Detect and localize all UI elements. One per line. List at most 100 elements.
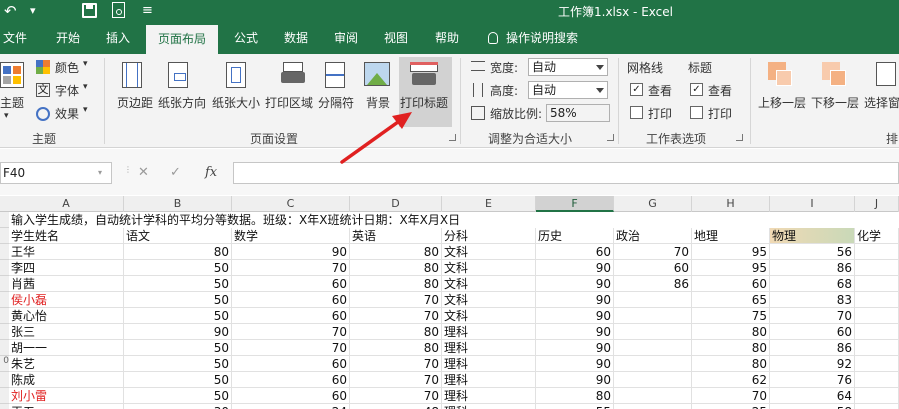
score-cell[interactable] xyxy=(614,340,692,356)
column-header-I[interactable]: I xyxy=(770,196,855,212)
score-cell[interactable]: 90 xyxy=(536,324,614,340)
header-cell[interactable]: 历史 xyxy=(536,228,614,244)
score-cell[interactable]: 文科 xyxy=(442,308,536,324)
score-cell[interactable]: 70 xyxy=(350,356,442,372)
score-cell[interactable] xyxy=(855,372,899,388)
score-cell[interactable]: 86 xyxy=(770,340,855,356)
score-cell[interactable]: 90 xyxy=(124,324,232,340)
score-cell[interactable]: 92 xyxy=(770,356,855,372)
formula-input[interactable] xyxy=(233,162,899,184)
score-cell[interactable]: 80 xyxy=(692,340,770,356)
student-name-cell[interactable]: 肖茜 xyxy=(9,276,124,292)
score-cell[interactable]: 60 xyxy=(232,292,350,308)
score-cell[interactable]: 60 xyxy=(536,244,614,260)
student-name-cell[interactable]: 王五 xyxy=(9,404,124,409)
row-header[interactable] xyxy=(0,324,9,340)
column-header-G[interactable]: G xyxy=(614,196,692,212)
row-header[interactable] xyxy=(0,308,9,324)
score-cell[interactable]: 80 xyxy=(350,340,442,356)
score-cell[interactable]: 60 xyxy=(232,372,350,388)
headings-print-checkbox[interactable] xyxy=(690,106,703,119)
score-cell[interactable]: 90 xyxy=(536,276,614,292)
score-cell[interactable]: 90 xyxy=(536,260,614,276)
student-name-cell[interactable]: 陈成 xyxy=(9,372,124,388)
score-cell[interactable] xyxy=(614,356,692,372)
score-cell[interactable]: 70 xyxy=(770,308,855,324)
score-cell[interactable]: 70 xyxy=(232,340,350,356)
student-name-cell[interactable]: 刘小雷 xyxy=(9,388,124,404)
column-header-J[interactable]: J xyxy=(855,196,899,212)
breaks-button[interactable]: 分隔符 xyxy=(318,94,354,111)
score-cell[interactable] xyxy=(855,276,899,292)
score-cell[interactable]: 文科 xyxy=(442,244,536,260)
fonts-button[interactable]: 字体 xyxy=(55,82,79,99)
score-cell[interactable]: 文科 xyxy=(442,260,536,276)
gridlines-print-checkbox[interactable] xyxy=(630,106,643,119)
tab-review[interactable]: 审阅 xyxy=(326,22,366,54)
row-header[interactable]: 0 xyxy=(0,356,9,372)
selection-pane-button[interactable]: 选择窗 xyxy=(864,94,899,111)
score-cell[interactable]: 80 xyxy=(536,388,614,404)
score-cell[interactable] xyxy=(855,404,899,409)
colors-button[interactable]: 颜色 xyxy=(55,59,79,76)
column-header-B[interactable]: B xyxy=(124,196,232,212)
score-cell[interactable]: 70 xyxy=(350,308,442,324)
themes-dropdown-icon[interactable]: ▾ xyxy=(4,111,9,121)
score-cell[interactable]: 90 xyxy=(232,244,350,260)
score-cell[interactable] xyxy=(855,324,899,340)
tab-formulas[interactable]: 公式 xyxy=(226,22,266,54)
row-header[interactable] xyxy=(0,244,9,260)
score-cell[interactable]: 80 xyxy=(692,356,770,372)
score-cell[interactable]: 理科 xyxy=(442,324,536,340)
themes-icon[interactable] xyxy=(0,62,24,88)
score-cell[interactable]: 50 xyxy=(124,340,232,356)
insert-function-icon[interactable]: fx xyxy=(205,165,217,180)
score-cell[interactable]: 62 xyxy=(692,372,770,388)
effects-dropdown-icon[interactable]: ▾ xyxy=(83,105,88,115)
score-cell[interactable] xyxy=(614,404,692,409)
score-cell[interactable]: 50 xyxy=(124,308,232,324)
score-cell[interactable] xyxy=(855,340,899,356)
score-cell[interactable]: 86 xyxy=(770,260,855,276)
score-cell[interactable]: 86 xyxy=(614,276,692,292)
score-cell[interactable]: 60 xyxy=(232,276,350,292)
header-cell[interactable]: 地理 xyxy=(692,228,770,244)
score-cell[interactable] xyxy=(855,292,899,308)
score-cell[interactable]: 90 xyxy=(536,292,614,308)
row-header[interactable] xyxy=(0,212,9,228)
score-cell[interactable]: 理科 xyxy=(442,372,536,388)
size-button[interactable]: 纸张大小 xyxy=(212,94,260,111)
row-header[interactable] xyxy=(0,404,9,409)
row-header[interactable] xyxy=(0,228,9,244)
score-cell[interactable]: 50 xyxy=(124,276,232,292)
tab-view[interactable]: 视图 xyxy=(376,22,416,54)
colors-dropdown-icon[interactable]: ▾ xyxy=(83,59,88,69)
score-cell[interactable] xyxy=(614,324,692,340)
score-cell[interactable]: 50 xyxy=(124,388,232,404)
score-cell[interactable]: 30 xyxy=(124,404,232,409)
score-cell[interactable]: 70 xyxy=(232,324,350,340)
score-cell[interactable]: 60 xyxy=(232,308,350,324)
score-cell[interactable]: 56 xyxy=(770,244,855,260)
score-cell[interactable]: 83 xyxy=(770,292,855,308)
score-cell[interactable]: 80 xyxy=(350,244,442,260)
tab-file[interactable]: 文件 xyxy=(0,22,30,54)
column-header-C[interactable]: C xyxy=(232,196,350,212)
score-cell[interactable]: 文科 xyxy=(442,292,536,308)
column-header-E[interactable]: E xyxy=(442,196,536,212)
score-cell[interactable]: 58 xyxy=(770,404,855,409)
student-name-cell[interactable]: 王华 xyxy=(9,244,124,260)
gridlines-view-checkbox[interactable]: ✓ xyxy=(630,83,643,96)
send-backward-button[interactable]: 下移一层 xyxy=(811,94,859,111)
score-cell[interactable] xyxy=(855,388,899,404)
header-cell[interactable]: 分科 xyxy=(442,228,536,244)
student-name-cell[interactable]: 黄心怡 xyxy=(9,308,124,324)
name-box-dropdown-icon[interactable]: ▾ xyxy=(98,168,102,177)
header-cell[interactable]: 学生姓名 xyxy=(9,228,124,244)
score-cell[interactable]: 65 xyxy=(692,292,770,308)
height-select[interactable]: 自动 xyxy=(528,81,608,99)
score-cell[interactable]: 80 xyxy=(350,324,442,340)
score-cell[interactable]: 理科 xyxy=(442,404,536,409)
score-cell[interactable]: 48 xyxy=(350,404,442,409)
score-cell[interactable]: 80 xyxy=(350,276,442,292)
